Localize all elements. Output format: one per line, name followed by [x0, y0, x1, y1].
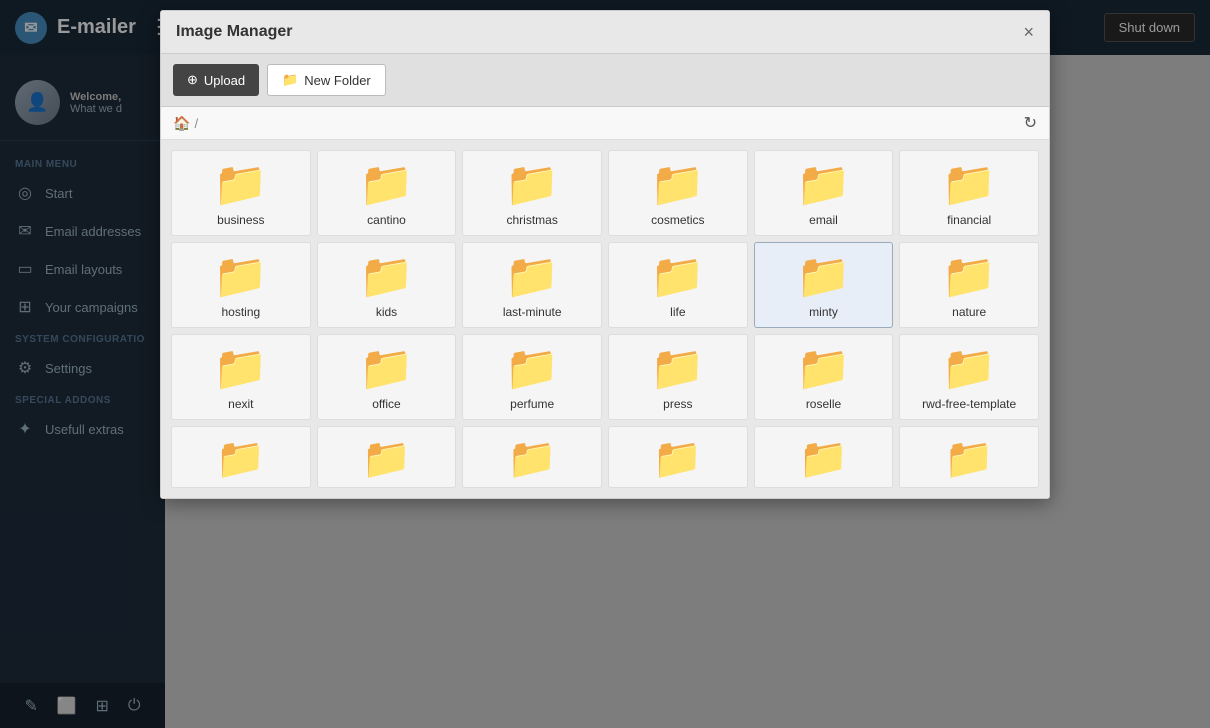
folder-icon-nexit: 📁: [213, 347, 268, 391]
folder-item-nature[interactable]: 📁 nature: [899, 242, 1039, 328]
folder-item-empty[interactable]: 📁: [317, 426, 457, 488]
folder-item-perfume[interactable]: 📁 perfume: [462, 334, 602, 420]
folder-icon-cosmetics: 📁: [650, 163, 705, 207]
folder-name-rwd-free-template: rwd-free-template: [922, 397, 1016, 411]
folder-name-press: press: [663, 397, 692, 411]
new-folder-button[interactable]: 📁 New Folder: [267, 64, 386, 96]
folder-item-press[interactable]: 📁 press: [608, 334, 748, 420]
folder-name-office: office: [372, 397, 400, 411]
folder-item-hosting[interactable]: 📁 hosting: [171, 242, 311, 328]
folder-name-roselle: roselle: [806, 397, 841, 411]
folder-item-empty[interactable]: 📁: [754, 426, 894, 488]
folder-icon-kids: 📁: [359, 255, 414, 299]
folder-item-roselle[interactable]: 📁 roselle: [754, 334, 894, 420]
folder-item-financial[interactable]: 📁 financial: [899, 150, 1039, 236]
folder-icon-hosting: 📁: [213, 255, 268, 299]
folder-icon-rwd-free-template: 📁: [942, 347, 997, 391]
folder-icon-life: 📁: [650, 255, 705, 299]
folder-item-cantino[interactable]: 📁 cantino: [317, 150, 457, 236]
folder-icon-office: 📁: [359, 347, 414, 391]
folder-icon-empty: 📁: [362, 439, 412, 479]
folder-icon-press: 📁: [650, 347, 705, 391]
path-bar: 🏠 / ↻: [161, 107, 1049, 140]
folder-icon-perfume: 📁: [505, 347, 560, 391]
folder-item-cosmetics[interactable]: 📁 cosmetics: [608, 150, 748, 236]
modal-close-button[interactable]: ×: [1023, 23, 1034, 41]
image-manager-modal: Image Manager × ⊕ Upload 📁 New Folder 🏠 …: [160, 10, 1050, 499]
folder-icon-empty: 📁: [944, 439, 994, 479]
folder-name-kids: kids: [376, 305, 397, 319]
folder-name-cantino: cantino: [367, 213, 406, 227]
folder-grid-container: 📁 business 📁 cantino 📁 christmas 📁 cosme…: [161, 140, 1049, 498]
home-icon[interactable]: 🏠: [173, 115, 190, 132]
folder-name-business: business: [217, 213, 264, 227]
folder-item-minty[interactable]: 📁 minty: [754, 242, 894, 328]
folder-item-email[interactable]: 📁 email: [754, 150, 894, 236]
folder-icon-empty: 📁: [799, 439, 849, 479]
folder-icon-christmas: 📁: [505, 163, 560, 207]
folder-icon-email: 📁: [796, 163, 851, 207]
folder-name-hosting: hosting: [221, 305, 260, 319]
folder-item-empty[interactable]: 📁: [171, 426, 311, 488]
folder-icon-minty: 📁: [796, 255, 851, 299]
folder-item-office[interactable]: 📁 office: [317, 334, 457, 420]
folder-icon-financial: 📁: [942, 163, 997, 207]
modal-header: Image Manager ×: [161, 11, 1049, 54]
folder-name-life: life: [670, 305, 685, 319]
folder-icon-nature: 📁: [942, 255, 997, 299]
folder-item-empty[interactable]: 📁: [899, 426, 1039, 488]
modal-toolbar: ⊕ Upload 📁 New Folder: [161, 54, 1049, 107]
folder-name-cosmetics: cosmetics: [651, 213, 704, 227]
folder-name-minty: minty: [809, 305, 838, 319]
folder-name-christmas: christmas: [506, 213, 557, 227]
folder-item-christmas[interactable]: 📁 christmas: [462, 150, 602, 236]
folder-item-life[interactable]: 📁 life: [608, 242, 748, 328]
folder-grid: 📁 business 📁 cantino 📁 christmas 📁 cosme…: [171, 150, 1039, 488]
folder-icon-business: 📁: [213, 163, 268, 207]
folder-name-last-minute: last-minute: [503, 305, 562, 319]
folder-name-nature: nature: [952, 305, 986, 319]
folder-item-business[interactable]: 📁 business: [171, 150, 311, 236]
upload-button[interactable]: ⊕ Upload: [173, 64, 259, 96]
folder-icon-empty: 📁: [507, 439, 557, 479]
upload-label: Upload: [204, 73, 245, 88]
folder-item-kids[interactable]: 📁 kids: [317, 242, 457, 328]
folder-icon-cantino: 📁: [359, 163, 414, 207]
folder-item-empty[interactable]: 📁: [462, 426, 602, 488]
path-left: 🏠 /: [173, 115, 198, 132]
new-folder-label: New Folder: [304, 73, 370, 88]
folder-item-rwd-free-template[interactable]: 📁 rwd-free-template: [899, 334, 1039, 420]
folder-item-empty[interactable]: 📁: [608, 426, 748, 488]
folder-icon-empty: 📁: [216, 439, 266, 479]
modal-title: Image Manager: [176, 23, 292, 41]
folder-name-financial: financial: [947, 213, 991, 227]
folder-name-nexit: nexit: [228, 397, 253, 411]
folder-item-nexit[interactable]: 📁 nexit: [171, 334, 311, 420]
folder-name-perfume: perfume: [510, 397, 554, 411]
refresh-icon[interactable]: ↻: [1024, 113, 1037, 133]
folder-icon-empty: 📁: [653, 439, 703, 479]
folder-item-last-minute[interactable]: 📁 last-minute: [462, 242, 602, 328]
folder-name-email: email: [809, 213, 838, 227]
folder-icon-btn: 📁: [282, 72, 298, 88]
folder-icon-roselle: 📁: [796, 347, 851, 391]
upload-icon: ⊕: [187, 72, 198, 88]
folder-icon-last-minute: 📁: [505, 255, 560, 299]
path-separator: /: [194, 116, 198, 131]
